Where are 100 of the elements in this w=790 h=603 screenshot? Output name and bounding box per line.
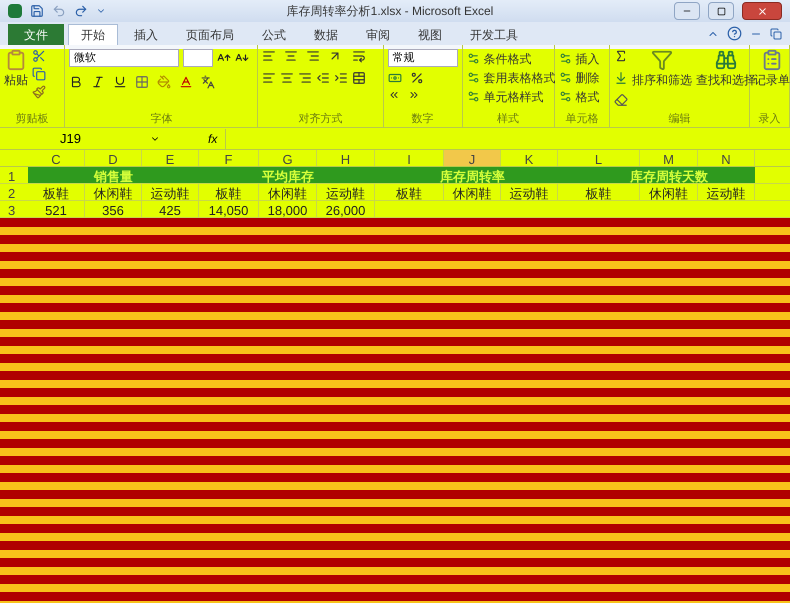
column-header[interactable]: J <box>444 150 501 166</box>
table-cell: 14,050 <box>199 201 259 217</box>
group-header: 库存周转天数 <box>630 168 708 183</box>
table-cell: 休闲鞋 <box>640 184 698 200</box>
ribbon-tab[interactable]: 公式 <box>250 24 298 45</box>
group-label: 编辑 <box>667 112 692 127</box>
middle-align-icon[interactable] <box>284 49 298 63</box>
row-header[interactable]: 2 <box>0 184 28 200</box>
find-select-button[interactable]: 查找和选择 <box>696 49 756 89</box>
ribbon-tab[interactable]: 插入 <box>122 24 170 45</box>
table-cell: 26,000 <box>317 201 375 217</box>
ribbon-button[interactable]: 条件格式 <box>466 49 556 68</box>
ribbon-tab[interactable]: 页面布局 <box>174 24 246 45</box>
phonetic-icon[interactable] <box>201 75 216 89</box>
table-cell: 356 <box>85 201 142 217</box>
cut-icon[interactable] <box>32 49 46 63</box>
ribbon-tab[interactable]: 开发工具 <box>458 24 530 45</box>
italic-icon[interactable] <box>91 75 106 89</box>
group-label: 样式 <box>496 112 520 127</box>
clipboard-icon <box>5 49 27 71</box>
group-label: 录入 <box>757 112 782 127</box>
clear-icon[interactable] <box>614 93 628 107</box>
underline-icon[interactable] <box>113 75 128 89</box>
wrap-text-icon[interactable] <box>352 49 366 63</box>
table-cell: 18,000 <box>259 201 317 217</box>
column-header[interactable]: N <box>698 150 755 166</box>
column-header[interactable]: F <box>199 150 259 166</box>
table-cell: 休闲鞋 <box>85 184 142 200</box>
percent-icon[interactable] <box>410 71 424 85</box>
table-cell: 板鞋 <box>28 184 85 200</box>
column-header[interactable]: M <box>640 150 698 166</box>
paste-button[interactable]: 粘贴 <box>4 49 28 89</box>
fill-icon[interactable] <box>614 71 628 85</box>
decrease-decimal-icon[interactable] <box>408 89 420 101</box>
column-header[interactable]: H <box>317 150 375 166</box>
table-cell: 休闲鞋 <box>259 184 317 200</box>
table-cell: 运动鞋 <box>142 184 199 200</box>
ribbon-tab[interactable]: 视图 <box>406 24 454 45</box>
binoculars-icon <box>714 49 737 71</box>
ribbon-tab[interactable]: 数据 <box>302 24 350 45</box>
increase-decimal-icon[interactable] <box>388 89 400 101</box>
column-header[interactable]: L <box>558 150 640 166</box>
ribbon-button[interactable]: 单元格样式 <box>466 87 556 106</box>
name-box[interactable]: J19 <box>0 128 150 148</box>
group-header: 库存周转率 <box>440 168 505 183</box>
ribbon-button[interactable]: 套用表格格式 <box>466 68 556 87</box>
copy-icon[interactable] <box>32 67 46 81</box>
restore-icon[interactable] <box>770 28 782 40</box>
function-label[interactable]: fx <box>208 130 218 148</box>
align-left-icon[interactable] <box>262 71 276 85</box>
indent-decrease-icon[interactable] <box>316 71 330 85</box>
form-button[interactable]: 记录单 <box>754 49 790 89</box>
table-cell: 板鞋 <box>199 184 259 200</box>
maximize-button[interactable] <box>708 2 734 20</box>
border-icon[interactable] <box>135 75 150 89</box>
redo-icon[interactable] <box>74 4 88 18</box>
group-label: 数字 <box>410 112 435 127</box>
ribbon-tab[interactable]: 开始 <box>68 24 118 45</box>
group-header: 平均库存 <box>262 168 314 183</box>
format-painter-icon[interactable] <box>32 85 46 99</box>
column-header[interactable]: G <box>259 150 317 166</box>
fill-color-icon[interactable] <box>157 75 172 89</box>
align-center-icon[interactable] <box>280 71 294 85</box>
table-cell: 521 <box>28 201 85 217</box>
table-cell: 板鞋 <box>558 184 640 200</box>
maximize-icon <box>716 6 726 16</box>
ribbon-tab[interactable]: 审阅 <box>354 24 402 45</box>
table-cell: 运动鞋 <box>317 184 375 200</box>
column-header[interactable]: E <box>142 150 199 166</box>
indent-increase-icon[interactable] <box>334 71 348 85</box>
row-header[interactable]: 1 <box>0 167 28 183</box>
number-format-field[interactable]: 常规 <box>388 49 458 67</box>
font-name-field[interactable]: 微软 <box>69 49 180 67</box>
group-label: 字体 <box>149 112 174 127</box>
font-size-field[interactable] <box>183 49 214 67</box>
group-header: 销售量 <box>94 168 133 183</box>
font-color-icon[interactable] <box>179 75 194 89</box>
group-label: 剪贴板 <box>14 112 50 127</box>
bottom-align-icon[interactable] <box>306 49 320 63</box>
align-right-icon[interactable] <box>298 71 312 85</box>
top-align-icon[interactable] <box>262 49 276 63</box>
help-icon[interactable] <box>727 26 742 41</box>
close-button[interactable] <box>742 2 782 20</box>
close-icon <box>756 6 768 16</box>
column-header[interactable]: K <box>501 150 558 166</box>
ribbon-tab[interactable]: 文件 <box>8 24 64 45</box>
save-icon[interactable] <box>30 4 44 18</box>
ribbon-button[interactable]: 删除 <box>558 68 600 87</box>
sort-filter-button[interactable]: 排序和筛选 <box>632 49 692 89</box>
merge-cells-icon[interactable] <box>352 71 366 85</box>
column-header[interactable]: D <box>85 150 142 166</box>
currency-icon[interactable] <box>388 71 402 85</box>
ribbon-button[interactable]: 格式 <box>558 87 600 106</box>
row-header[interactable]: 3 <box>0 201 28 217</box>
ribbon-button[interactable]: 插入 <box>558 49 600 68</box>
bold-icon[interactable] <box>69 75 84 89</box>
table-cell: 板鞋 <box>375 184 444 200</box>
column-header[interactable]: C <box>28 150 85 166</box>
group-label: 对齐方式 <box>298 112 344 127</box>
excel-logo-icon <box>8 4 22 18</box>
